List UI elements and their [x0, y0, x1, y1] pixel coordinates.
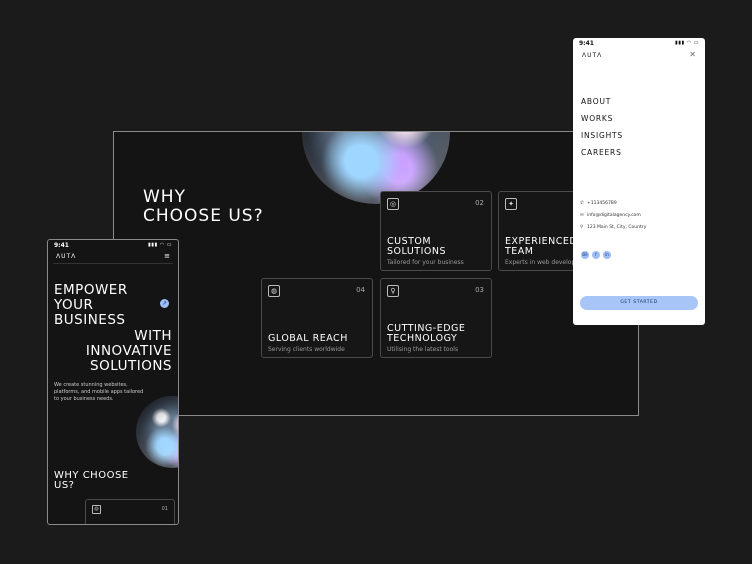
arrow-icon[interactable]: ↗: [160, 299, 169, 308]
nav-item-works[interactable]: WORKS: [581, 114, 623, 123]
target-icon: ◎: [387, 198, 399, 210]
mobile-home-screen: 9:41 ▮▮▮ ◠ ▭ ΛUΤΛ ≡ EMPOWER YOUR BUSINES…: [47, 239, 179, 525]
card-global-reach[interactable]: ◍ 04 GLOBAL REACH Serving clients worldw…: [261, 278, 373, 358]
iridescent-sphere-graphic: [136, 396, 178, 468]
behance-icon[interactable]: Bē: [581, 251, 589, 259]
desktop-why-choose-section: WHY CHOOSE US? ◎ 02 CUSTOM SOLUTIONS Tai…: [113, 131, 639, 416]
card-subtitle: Experts in web develop: [505, 259, 576, 266]
menu-nav: ABOUT WORKS INSIGHTS CAREERS: [581, 97, 623, 165]
why-choose-heading: WHY CHOOSE US?: [143, 187, 264, 226]
status-time: 9:41: [54, 242, 69, 249]
card-number: 02: [475, 199, 484, 207]
location-icon: ⚲: [580, 225, 584, 230]
nav-item-careers[interactable]: CAREERS: [581, 148, 623, 157]
card-title: SOLUTIONS: [387, 246, 446, 257]
card-title: TECHNOLOGY: [387, 333, 458, 344]
facebook-icon[interactable]: f: [592, 251, 600, 259]
card-cutting-edge-technology[interactable]: ♀ 03 CUTTING-EDGE TECHNOLOGY Utilising t…: [380, 278, 492, 358]
status-icons: ▮▮▮ ◠ ▭: [674, 40, 699, 46]
social-links: Bē f in: [581, 241, 614, 260]
mobile-menu-screen: 9:41 ▮▮▮ ◠ ▭ ΛUΤΛ ✕ ABOUT WORKS INSIGHTS…: [573, 38, 705, 325]
contact-info: ✆ +1134567B9 ✉ info@digitalagency.com ⚲ 123…: [580, 201, 646, 237]
status-icons: ▮▮▮ ◠ ▭: [147, 242, 172, 248]
target-icon: ◎: [92, 505, 101, 514]
brand-logo[interactable]: ΛUΤΛ: [582, 52, 602, 59]
nav-item-insights[interactable]: INSIGHTS: [581, 131, 623, 140]
card-number: 03: [475, 286, 484, 294]
hero-heading: EMPOWER YOUR BUSINESS WITH INNOVATIVE SO…: [54, 282, 172, 375]
nav-item-about[interactable]: ABOUT: [581, 97, 623, 106]
team-icon: ✦: [505, 198, 517, 210]
get-started-button[interactable]: GET STARTED: [580, 296, 698, 310]
card-subtitle: Serving clients worldwide: [268, 346, 345, 353]
header-divider: [53, 263, 173, 264]
contact-email[interactable]: ✉ info@digitalagency.com: [580, 213, 646, 218]
phone-icon: ✆: [580, 201, 584, 206]
contact-phone[interactable]: ✆ +1134567B9: [580, 201, 646, 206]
status-time: 9:41: [579, 40, 594, 47]
card-subtitle: Utilising the latest tools: [387, 346, 459, 353]
globe-icon: ◍: [268, 285, 280, 297]
why-choose-heading: WHY CHOOSE US?: [54, 470, 129, 491]
card-custom-solutions[interactable]: ◎ 02 CUSTOM SOLUTIONS Tailored for your …: [380, 191, 492, 271]
hero-description: We create stunning websites, platforms, …: [54, 382, 144, 402]
brand-logo[interactable]: ΛUΤΛ: [56, 253, 76, 260]
contact-address: ⚲ 123 Main St, City, Country: [580, 225, 647, 230]
linkedin-icon[interactable]: in: [603, 251, 611, 259]
card-number: 01: [161, 506, 168, 512]
card-preview[interactable]: ◎ 01: [85, 499, 175, 524]
card-title: TEAM: [505, 246, 534, 257]
menu-icon[interactable]: ≡: [164, 252, 170, 260]
card-title: GLOBAL REACH: [268, 333, 348, 344]
card-subtitle: Tailored for your business: [387, 259, 464, 266]
mail-icon: ✉: [580, 213, 584, 218]
close-icon[interactable]: ✕: [689, 50, 696, 59]
card-number: 04: [356, 286, 365, 294]
lightbulb-icon: ♀: [387, 285, 399, 297]
